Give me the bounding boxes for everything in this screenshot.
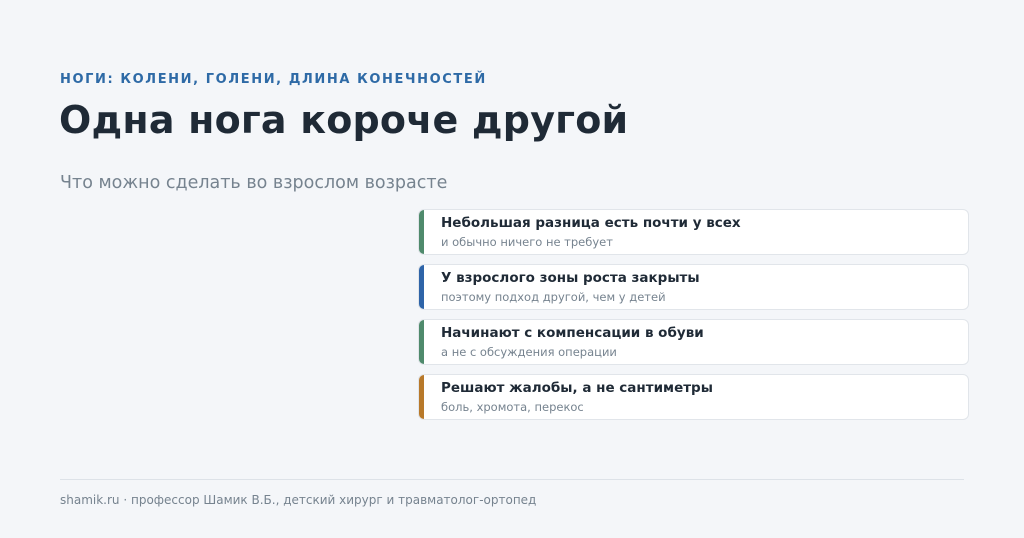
card-accent-bar xyxy=(419,210,424,254)
footer-divider xyxy=(60,479,964,480)
card-subtitle: а не с обсуждения операции xyxy=(441,345,617,359)
card-title: Небольшая разница есть почти у всех xyxy=(441,215,741,231)
key-point-card: Решают жалобы, а не сантиметры боль, хро… xyxy=(418,374,969,420)
card-accent-bar xyxy=(419,375,424,419)
footer-credit: shamik.ru · профессор Шамик В.Б., детски… xyxy=(60,493,537,507)
card-title: Решают жалобы, а не сантиметры xyxy=(441,380,713,396)
card-title: Начинают с компенсации в обуви xyxy=(441,325,704,341)
section-eyebrow: НОГИ: КОЛЕНИ, ГОЛЕНИ, ДЛИНА КОНЕЧНОСТЕЙ xyxy=(60,72,487,87)
card-title: У взрослого зоны роста закрыты xyxy=(441,270,700,286)
page-subtitle: Что можно сделать во взрослом возрасте xyxy=(60,173,448,193)
key-point-card: У взрослого зоны роста закрыты поэтому п… xyxy=(418,264,969,310)
page-title: Одна нога короче другой xyxy=(59,98,629,142)
key-point-card: Небольшая разница есть почти у всех и об… xyxy=(418,209,969,255)
card-subtitle: и обычно ничего не требует xyxy=(441,235,613,249)
card-accent-bar xyxy=(419,320,424,364)
key-points-list: Небольшая разница есть почти у всех и об… xyxy=(418,209,969,429)
card-accent-bar xyxy=(419,265,424,309)
key-point-card: Начинают с компенсации в обуви а не с об… xyxy=(418,319,969,365)
card-subtitle: поэтому подход другой, чем у детей xyxy=(441,290,666,304)
card-subtitle: боль, хромота, перекос xyxy=(441,400,584,414)
